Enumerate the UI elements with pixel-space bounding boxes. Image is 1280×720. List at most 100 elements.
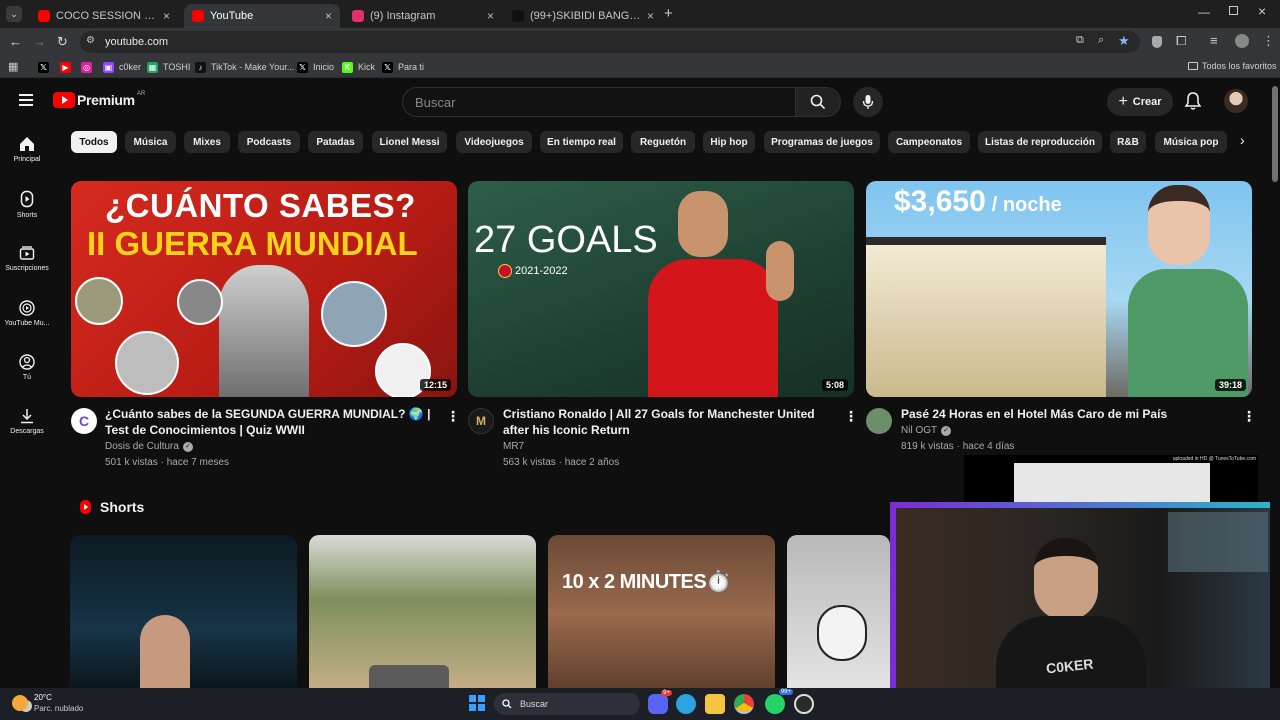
browser-tab[interactable]: (99+)SKIBIDI BANGER #banani×: [504, 4, 662, 28]
youtube-logo[interactable]: Premium AR: [53, 91, 145, 108]
bookmark-item[interactable]: 𝕏: [38, 59, 54, 75]
scrollbar-thumb[interactable]: [1272, 86, 1278, 182]
guide-item[interactable]: Shorts: [0, 190, 54, 219]
tab-close-button[interactable]: ×: [157, 9, 170, 23]
bookmark-item[interactable]: 𝕏 Para ti: [382, 59, 424, 75]
tab-close-button[interactable]: ×: [319, 9, 332, 23]
close-window-button[interactable]: ×: [1258, 3, 1266, 19]
install-app-icon[interactable]: ⧉: [1076, 34, 1084, 47]
filter-chip[interactable]: Mixes: [184, 131, 230, 153]
page-scrollbar[interactable]: [1270, 78, 1280, 688]
short-thumbnail[interactable]: 10 x 2 MINUTES⏱️: [548, 535, 775, 695]
filter-chip[interactable]: R&B: [1110, 131, 1146, 153]
new-tab-button[interactable]: +: [664, 5, 673, 22]
short-thumbnail[interactable]: [309, 535, 536, 695]
filter-chip[interactable]: Lionel Messi: [372, 131, 447, 153]
bookmark-item[interactable]: ▣ c0ker: [103, 59, 141, 75]
user-avatar[interactable]: [1224, 89, 1248, 113]
bookmark-item[interactable]: ♪ TikTok - Make Your...: [195, 59, 294, 75]
video-duration: 5:08: [821, 379, 848, 391]
obs-icon[interactable]: [794, 694, 814, 714]
channel-avatar[interactable]: C: [71, 408, 97, 434]
notifications-button[interactable]: [1184, 91, 1202, 116]
search-input[interactable]: Buscar: [402, 87, 796, 117]
telegram-icon[interactable]: [676, 694, 696, 714]
video-title[interactable]: Pasé 24 Horas en el Hotel Más Caro de mi…: [901, 406, 1237, 422]
channel-avatar[interactable]: M: [468, 408, 494, 434]
site-info-icon[interactable]: ⚙: [86, 35, 95, 46]
video-thumbnail[interactable]: 27 GOALS 2021-2022 5:08: [468, 181, 854, 397]
reload-button[interactable]: ↻: [57, 34, 68, 50]
restore-button[interactable]: [1229, 6, 1238, 15]
apps-icon[interactable]: ▦: [8, 60, 18, 73]
search-button[interactable]: [795, 87, 841, 117]
video-menu-button[interactable]: ⋮: [1242, 408, 1256, 425]
filter-chip[interactable]: Programas de juegos: [764, 131, 880, 153]
bookmark-item[interactable]: 𝕏 Inicio: [297, 59, 334, 75]
browser-tab[interactable]: YouTube ×: [184, 4, 340, 28]
tab-close-button[interactable]: ×: [641, 9, 654, 23]
short-thumbnail[interactable]: [70, 535, 297, 695]
guide-item[interactable]: Tú: [0, 354, 54, 381]
filter-chip[interactable]: Podcasts: [238, 131, 300, 153]
hamburger-menu-icon[interactable]: [19, 94, 33, 106]
thumbnail-circle: [321, 281, 387, 347]
filter-chip[interactable]: Música: [125, 131, 176, 153]
create-button[interactable]: + Crear: [1107, 88, 1173, 116]
chrome-icon[interactable]: [734, 694, 754, 714]
profile-avatar[interactable]: [1235, 34, 1249, 48]
short-thumbnail[interactable]: [787, 535, 890, 695]
filter-chip[interactable]: Música pop: [1155, 131, 1227, 153]
tab-search-button[interactable]: ⌄: [6, 6, 22, 22]
filter-chip[interactable]: Listas de reproducción: [978, 131, 1102, 153]
guide-item[interactable]: Descargas: [0, 408, 54, 435]
filter-chip[interactable]: En tiempo real: [540, 131, 623, 153]
browser-tab[interactable]: COCO SESSION FT. Duki #2 - YouTube×: [30, 4, 178, 28]
minimize-button[interactable]: —: [1198, 5, 1210, 19]
menu-icon[interactable]: ⋮: [1262, 33, 1275, 49]
tab-close-button[interactable]: ×: [481, 9, 494, 23]
shield-icon[interactable]: [1152, 36, 1162, 48]
bookmark-item[interactable]: K Kick: [342, 59, 375, 75]
filter-chip[interactable]: Videojuegos: [456, 131, 532, 153]
video-thumbnail[interactable]: ¿CUÁNTO SABES? II GUERRA MUNDIAL 12:15: [71, 181, 457, 397]
channel-name[interactable]: MR7: [503, 439, 524, 455]
chips-next-button[interactable]: ›: [1240, 132, 1245, 148]
taskbar-search[interactable]: Buscar: [494, 693, 640, 715]
video-menu-button[interactable]: ⋮: [844, 408, 858, 425]
bookmark-item[interactable]: ◎: [81, 59, 97, 75]
bookmark-item[interactable]: ▶: [60, 59, 76, 75]
voice-search-button[interactable]: [853, 87, 883, 117]
bookmark-item[interactable]: ▦ TOSHI: [147, 59, 190, 75]
discord-icon[interactable]: 9+: [648, 690, 672, 714]
browser-tab[interactable]: (9) Instagram ×: [344, 4, 502, 28]
filter-chip[interactable]: Todos: [71, 131, 117, 153]
filter-chip[interactable]: Hip hop: [703, 131, 755, 153]
bookmark-star-icon[interactable]: ★: [1118, 33, 1130, 49]
file-explorer-icon[interactable]: [705, 694, 725, 714]
media-controls-icon[interactable]: ≡: [1210, 33, 1218, 48]
filter-chip[interactable]: Reguetón: [631, 131, 695, 153]
channel-name[interactable]: Nil OGT ✓: [901, 423, 952, 439]
start-button[interactable]: [469, 695, 485, 711]
video-thumbnail[interactable]: $3,650 / noche 39:18: [866, 181, 1252, 397]
video-title[interactable]: Cristiano Ronaldo | All 27 Goals for Man…: [503, 406, 839, 438]
channel-name[interactable]: Dosis de Cultura ✓: [105, 439, 193, 455]
weather-widget[interactable]: 20°C Parc. nublado: [12, 692, 83, 714]
video-title[interactable]: ¿Cuánto sabes de la SEGUNDA GUERRA MUNDI…: [105, 406, 441, 438]
guide-item[interactable]: Suscripciones: [0, 245, 54, 272]
zoom-icon[interactable]: ⌕: [1098, 34, 1104, 47]
all-bookmarks[interactable]: Todos los favoritos: [1188, 61, 1277, 71]
address-bar[interactable]: ⚙ youtube.com ⧉ ⌕ ★: [80, 31, 1140, 53]
filter-chip[interactable]: Campeonatos: [888, 131, 970, 153]
back-button[interactable]: ←: [9, 34, 22, 49]
channel-avatar[interactable]: [866, 408, 892, 434]
extensions-icon[interactable]: ⧠: [1176, 33, 1186, 49]
guide-item[interactable]: YouTube Mu...: [0, 300, 54, 327]
guide-item[interactable]: Principal: [0, 136, 54, 163]
video-menu-button[interactable]: ⋮: [446, 408, 460, 425]
forward-button[interactable]: →: [33, 34, 46, 49]
instagram-icon: ◎: [81, 61, 92, 73]
filter-chip[interactable]: Patadas: [308, 131, 363, 153]
whatsapp-icon[interactable]: 99+: [765, 689, 793, 714]
